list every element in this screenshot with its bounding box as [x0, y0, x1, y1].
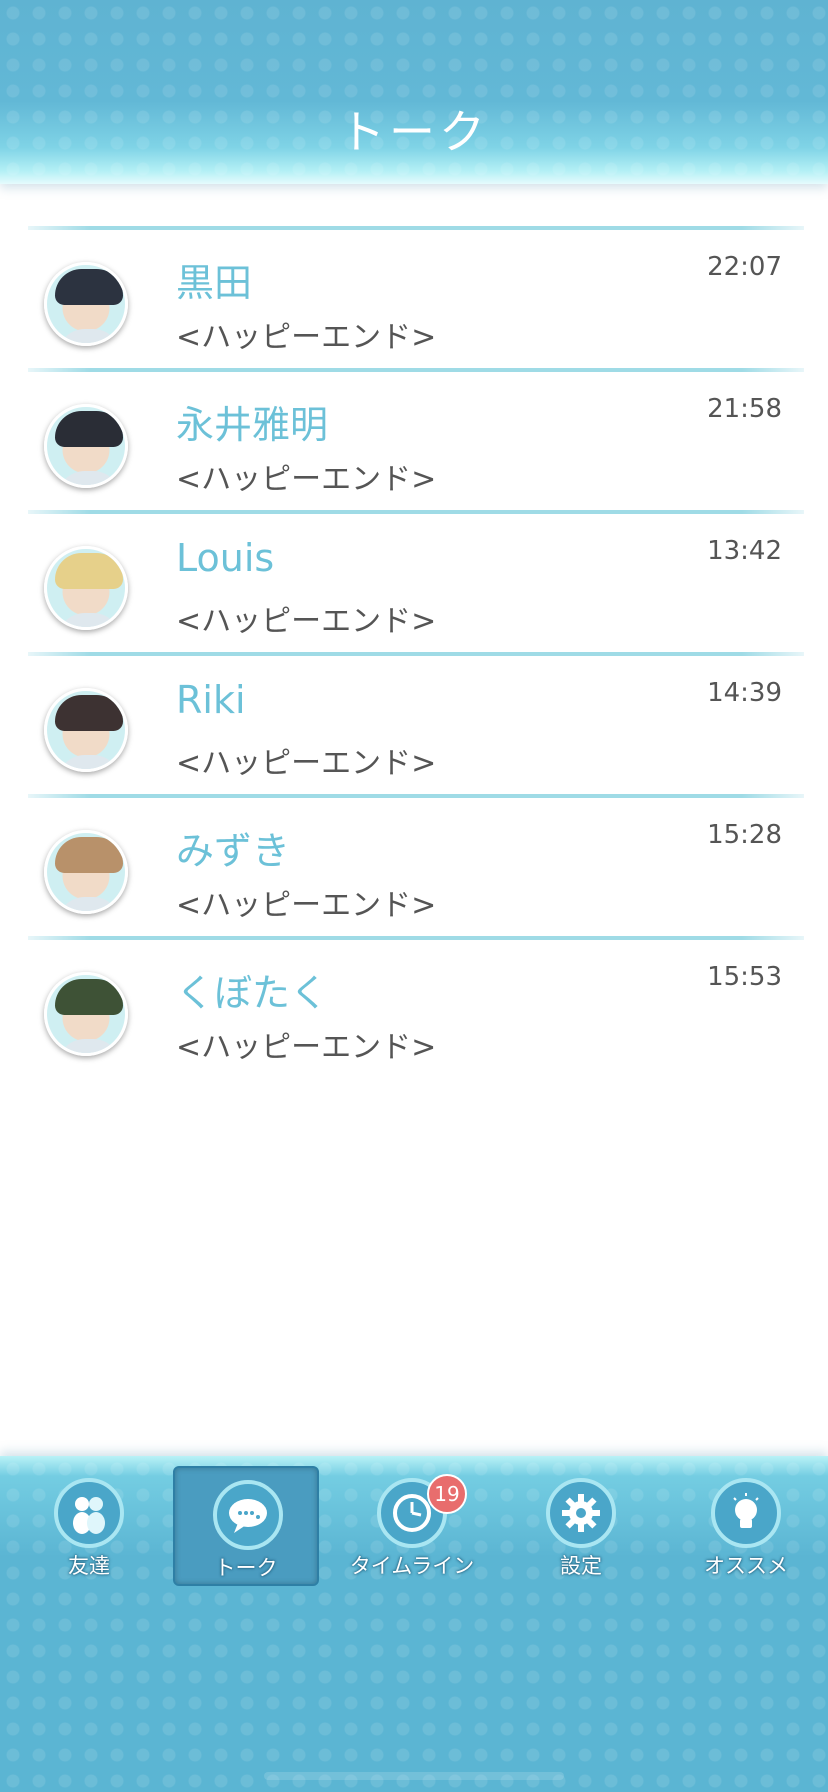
chat-name: 黒田 [176, 261, 253, 305]
chat-bubble-icon [213, 1480, 283, 1550]
chat-name: くぼたく [176, 971, 329, 1015]
header-bar: トーク [0, 0, 828, 184]
chat-name: みずき [176, 829, 291, 873]
nav-recommend[interactable]: オススメ [673, 1466, 819, 1586]
chat-time: 15:53 [707, 962, 782, 992]
friends-icon [54, 1478, 124, 1548]
nav-label: 友達 [68, 1554, 110, 1578]
app-root: トーク 黒田 <ハッピーエンド> 22:07 永井雅明 <ハッピーエンド> 21… [0, 0, 828, 1792]
avatar-shoulders [57, 329, 121, 343]
nav-friends[interactable]: 友達 [16, 1466, 162, 1586]
avatar [44, 262, 128, 346]
nav-label: オススメ [704, 1554, 788, 1578]
nav-timeline[interactable]: 19 タイムライン [339, 1466, 485, 1586]
chat-preview: <ハッピーエンド> [176, 320, 437, 355]
nav-talk[interactable]: トーク [173, 1466, 319, 1586]
nav-label: タイムライン [349, 1554, 475, 1578]
lightbulb-icon [711, 1478, 781, 1548]
avatar-hair [55, 411, 123, 447]
nav-settings[interactable]: 設定 [508, 1466, 654, 1586]
page-title: トーク [339, 105, 489, 159]
chat-preview: <ハッピーエンド> [176, 746, 437, 781]
chat-preview: <ハッピーエンド> [176, 888, 437, 923]
chat-row-nagai[interactable]: 永井雅明 <ハッピーエンド> 21:58 [28, 372, 804, 510]
bottom-nav: 友達 トーク 19 タイムライン 設定 オススメ [0, 1456, 828, 1792]
chat-preview: <ハッピーエンド> [176, 604, 437, 639]
nav-label: トーク [214, 1556, 278, 1580]
avatar-shoulders [57, 755, 121, 769]
avatar-shoulders [57, 1039, 121, 1053]
chat-name: 永井雅明 [176, 403, 329, 447]
avatar-shoulders [57, 471, 121, 485]
avatar-hair [55, 837, 123, 873]
avatar-hair [55, 979, 123, 1015]
chat-row-riki[interactable]: Riki <ハッピーエンド> 14:39 [28, 656, 804, 794]
avatar [44, 972, 128, 1056]
chat-list: 黒田 <ハッピーエンド> 22:07 永井雅明 <ハッピーエンド> 21:58 … [28, 226, 804, 1078]
nav-label: 設定 [560, 1554, 602, 1578]
chat-row-kuroda[interactable]: 黒田 <ハッピーエンド> 22:07 [28, 230, 804, 368]
avatar-hair [55, 269, 123, 305]
chat-name: Louis [176, 536, 275, 580]
home-indicator[interactable] [264, 1772, 564, 1780]
notification-badge: 19 [427, 1474, 467, 1514]
chat-row-louis[interactable]: Louis <ハッピーエンド> 13:42 [28, 514, 804, 652]
avatar-hair [55, 695, 123, 731]
chat-row-kubotaku[interactable]: くぼたく <ハッピーエンド> 15:53 [28, 940, 804, 1078]
chat-row-mizuki[interactable]: みずき <ハッピーエンド> 15:28 [28, 798, 804, 936]
chat-time: 21:58 [707, 394, 782, 424]
avatar [44, 546, 128, 630]
chat-time: 14:39 [707, 678, 782, 708]
chat-time: 15:28 [707, 820, 782, 850]
chat-preview: <ハッピーエンド> [176, 1030, 437, 1065]
avatar [44, 830, 128, 914]
avatar [44, 404, 128, 488]
avatar-hair [55, 553, 123, 589]
avatar-shoulders [57, 613, 121, 627]
chat-time: 13:42 [707, 536, 782, 566]
avatar-shoulders [57, 897, 121, 911]
avatar [44, 688, 128, 772]
chat-time: 22:07 [707, 252, 782, 282]
chat-name: Riki [176, 678, 246, 722]
chat-preview: <ハッピーエンド> [176, 462, 437, 497]
gear-icon [546, 1478, 616, 1548]
